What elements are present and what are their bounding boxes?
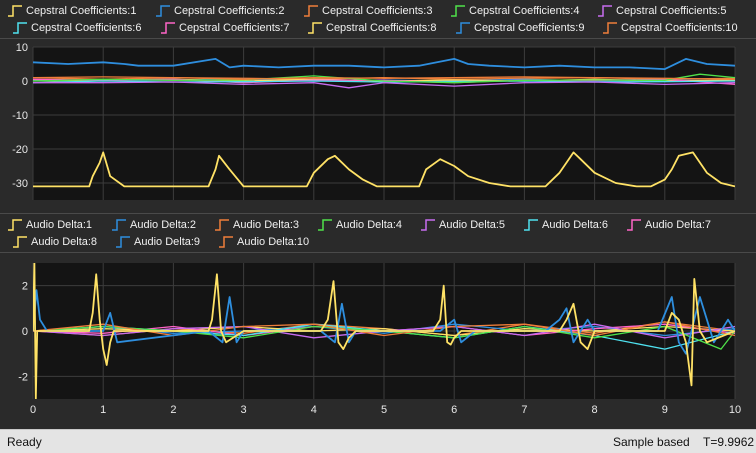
cepstral-plot[interactable]: 10 0 -10 -20 -30 [0, 39, 756, 211]
divider [0, 213, 756, 214]
legend-label: Audio Delta:8 [31, 235, 98, 248]
top-legend-row-2: Cepstral Coefficients:6 Cepstral Coeffic… [0, 19, 756, 36]
line-swatch-icon [161, 21, 175, 34]
delta-plot[interactable]: 2 0 -2 0 1 2 3 4 5 6 7 8 9 10 [0, 253, 756, 428]
legend-item[interactable]: Audio Delta:4 [317, 216, 402, 233]
legend-label: Cepstral Coefficients:5 [616, 4, 727, 17]
x-tick-label: 8 [592, 404, 598, 416]
legend-label: Audio Delta:6 [542, 218, 609, 231]
y-tick-label: 0 [22, 76, 28, 88]
line-swatch-icon [603, 21, 617, 34]
legend-item[interactable]: Audio Delta:6 [523, 216, 608, 233]
legend-label: Audio Delta:2 [130, 218, 197, 231]
x-tick-label: 4 [311, 404, 317, 416]
legend-label: Audio Delta:5 [439, 218, 506, 231]
line-swatch-icon [421, 218, 435, 231]
sample-mode-text: Sample based [613, 435, 690, 449]
line-swatch-icon [456, 21, 470, 34]
legend-item[interactable]: Audio Delta:5 [420, 216, 505, 233]
simulation-time-text: T=9.9962 [703, 435, 755, 449]
bottom-legend-row-1: Audio Delta:1 Audio Delta:2 Audio Delta:… [0, 216, 756, 233]
line-swatch-icon [8, 4, 22, 17]
legend-item[interactable]: Cepstral Coefficients:4 [450, 2, 579, 19]
legend-label: Cepstral Coefficients:8 [326, 21, 437, 34]
x-tick-label: 10 [729, 404, 741, 416]
line-swatch-icon [598, 4, 612, 17]
line-swatch-icon [219, 235, 233, 248]
x-tick-label: 6 [451, 404, 457, 416]
legend-item[interactable]: Cepstral Coefficients:8 [307, 19, 436, 36]
line-swatch-icon [318, 218, 332, 231]
legend-item[interactable]: Audio Delta:2 [111, 216, 196, 233]
bottom-legend: Audio Delta:1 Audio Delta:2 Audio Delta:… [0, 216, 756, 250]
x-tick-label: 9 [662, 404, 668, 416]
line-swatch-icon [13, 21, 27, 34]
legend-label: Cepstral Coefficients:7 [179, 21, 290, 34]
line-swatch-icon [627, 218, 641, 231]
legend-item[interactable]: Cepstral Coefficients:6 [12, 19, 141, 36]
legend-label: Audio Delta:1 [26, 218, 93, 231]
legend-item[interactable]: Audio Delta:1 [7, 216, 92, 233]
legend-label: Audio Delta:10 [237, 235, 310, 248]
y-tick-label: -2 [18, 371, 28, 383]
line-swatch-icon [116, 235, 130, 248]
y-tick-label: 2 [22, 281, 28, 293]
bottom-axes[interactable]: 2 0 -2 0 1 2 3 4 5 6 7 8 9 10 [0, 253, 756, 428]
legend-label: Cepstral Coefficients:4 [469, 4, 580, 17]
x-tick-label: 1 [100, 404, 106, 416]
line-swatch-icon [8, 218, 22, 231]
legend-item[interactable]: Cepstral Coefficients:9 [455, 19, 584, 36]
legend-item[interactable]: Audio Delta:8 [12, 233, 97, 250]
y-tick-label: 0 [22, 326, 28, 338]
legend-label: Audio Delta:9 [134, 235, 201, 248]
legend-label: Audio Delta:3 [233, 218, 300, 231]
status-bar: Ready Sample based T=9.9962 [0, 429, 756, 453]
y-tick-label: -30 [12, 178, 28, 190]
legend-item[interactable]: Cepstral Coefficients:5 [597, 2, 726, 19]
legend-item[interactable]: Cepstral Coefficients:2 [155, 2, 284, 19]
line-swatch-icon [308, 21, 322, 34]
line-swatch-icon [13, 235, 27, 248]
line-swatch-icon [156, 4, 170, 17]
legend-item[interactable]: Cepstral Coefficients:1 [7, 2, 136, 19]
y-tick-label: 10 [16, 42, 28, 54]
legend-label: Cepstral Coefficients:10 [621, 21, 738, 34]
legend-item[interactable]: Audio Delta:3 [214, 216, 299, 233]
legend-label: Audio Delta:7 [645, 218, 712, 231]
legend-label: Cepstral Coefficients:6 [31, 21, 142, 34]
legend-item[interactable]: Cepstral Coefficients:10 [602, 19, 738, 36]
top-axes[interactable]: 10 0 -10 -20 -30 [0, 39, 756, 211]
line-swatch-icon [451, 4, 465, 17]
legend-label: Cepstral Coefficients:3 [322, 4, 433, 17]
legend-label: Cepstral Coefficients:2 [174, 4, 285, 17]
x-tick-label: 7 [521, 404, 527, 416]
x-tick-label: 3 [241, 404, 247, 416]
legend-item[interactable]: Cepstral Coefficients:3 [303, 2, 432, 19]
line-swatch-icon [112, 218, 126, 231]
legend-label: Cepstral Coefficients:9 [474, 21, 585, 34]
status-text: Ready [7, 435, 42, 449]
legend-item[interactable]: Audio Delta:9 [115, 233, 200, 250]
legend-label: Audio Delta:4 [336, 218, 403, 231]
bottom-legend-row-2: Audio Delta:8 Audio Delta:9 Audio Delta:… [0, 233, 756, 250]
top-legend-row-1: Cepstral Coefficients:1 Cepstral Coeffic… [0, 2, 756, 19]
top-legend: Cepstral Coefficients:1 Cepstral Coeffic… [0, 2, 756, 36]
legend-item[interactable]: Audio Delta:10 [218, 233, 309, 250]
x-tick-label: 0 [30, 404, 36, 416]
y-tick-label: -20 [12, 144, 28, 156]
line-swatch-icon [215, 218, 229, 231]
legend-item[interactable]: Audio Delta:7 [626, 216, 711, 233]
line-swatch-icon [304, 4, 318, 17]
x-tick-label: 5 [381, 404, 387, 416]
y-tick-label: -10 [12, 110, 28, 122]
x-tick-label: 2 [170, 404, 176, 416]
line-swatch-icon [524, 218, 538, 231]
legend-item[interactable]: Cepstral Coefficients:7 [160, 19, 289, 36]
legend-label: Cepstral Coefficients:1 [26, 4, 137, 17]
